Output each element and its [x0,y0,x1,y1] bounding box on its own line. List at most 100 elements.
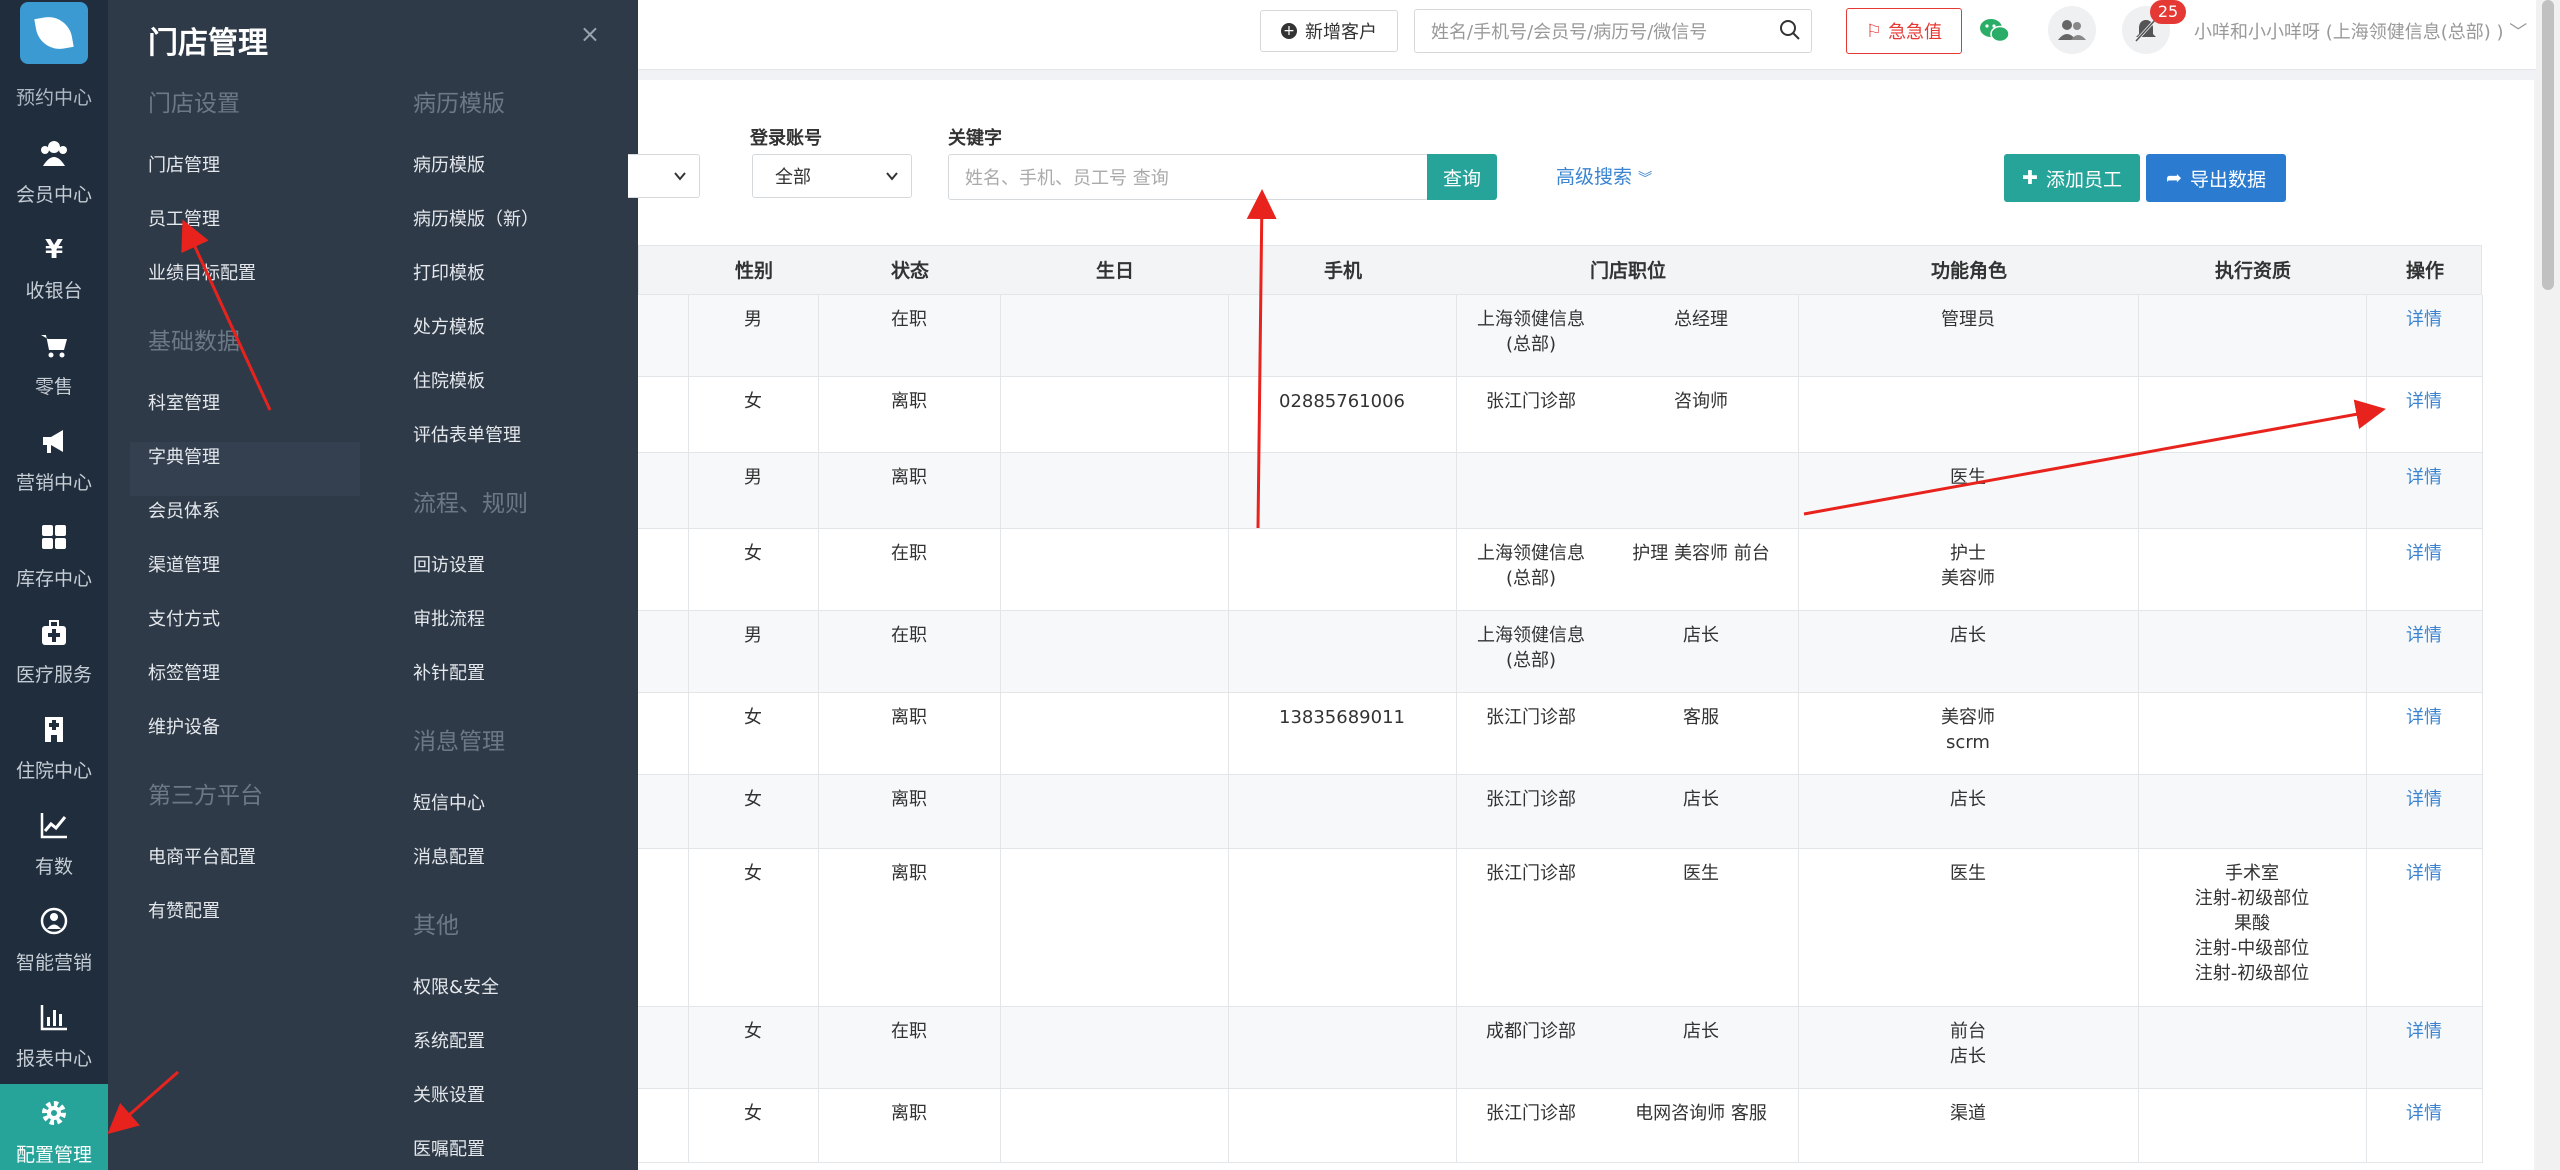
add-staff-label: 添加员工 [2045,168,2122,191]
smart-icon [39,906,69,936]
column-divider [2482,453,2483,529]
menu-item[interactable]: 门店管理 [148,150,360,204]
column-divider [2482,611,2483,693]
menu-item[interactable]: 科室管理 [148,388,360,442]
menu-item[interactable]: 电商平台配置 [148,842,360,896]
wechat-icon[interactable] [1978,14,2012,48]
status-cell: 离职 [891,467,927,488]
sidebar-item-label: 配置管理 [15,1144,92,1166]
menu-item[interactable]: 住院模板 [413,366,539,420]
menu-item[interactable]: 系统配置 [413,1026,539,1080]
partial-select[interactable] [628,154,700,198]
advanced-search-toggle[interactable]: 高级搜索 ︾ [1556,162,1652,189]
sidebar-item-members[interactable]: 会员中心 [0,124,108,220]
team-button[interactable] [2048,6,2096,54]
sidebar-item-line-chart[interactable]: 有数 [0,796,108,892]
sidebar-item-gear[interactable]: 配置管理 [0,1084,108,1170]
gender-cell: 男 [744,309,762,330]
store-cell: 张江门诊部 [1486,863,1576,884]
detail-link[interactable]: 详情 [2366,307,2482,332]
role-cell: 美容师 scrm [1941,707,1995,753]
close-icon[interactable]: × [580,20,600,48]
menu-item[interactable]: 关账设置 [413,1080,539,1134]
flag-icon: ⚐ [1865,20,1883,42]
vertical-scrollbar[interactable] [2536,0,2560,1170]
gender-cell: 女 [744,543,762,564]
table-row: 女 在职 上海领健信息 (总部) 护理 美容师 前台 护士 美容师 详情 [638,529,2483,611]
column-header: 操作 [2405,260,2444,282]
role-cell: 店长 [1950,789,1986,810]
menu-item[interactable]: 员工管理 [148,204,360,258]
menu-item[interactable]: 病历模版（新） [413,204,539,258]
column-divider [2482,775,2483,849]
detail-link[interactable]: 详情 [2366,861,2482,886]
gender-cell: 女 [744,391,762,412]
keyword-input[interactable]: 姓名、手机、员工号 查询 [948,154,1428,200]
menu-item[interactable]: 有赞配置 [148,896,360,950]
menu-item[interactable]: 医嘱配置 [413,1134,539,1170]
detail-link[interactable]: 详情 [2366,1019,2482,1044]
position-cell: 医生 [1683,863,1719,884]
user-menu[interactable]: 小咩和小小咩呀 (上海领健信息(总部) ) ﹀ [2194,18,2527,44]
menu-item[interactable]: 病历模版 [413,150,539,204]
sidebar-item-hospital[interactable]: 住院中心 [0,700,108,796]
menu-item[interactable]: 权限&安全 [413,972,539,1026]
detail-link[interactable]: 详情 [2366,787,2482,812]
new-customer-button[interactable]: + 新增客户 [1260,10,1398,52]
menu-item[interactable]: 回访设置 [413,550,539,604]
export-button[interactable]: ➦ 导出数据 [2146,154,2286,202]
menu-item[interactable]: 维护设备 [148,712,360,766]
sidebar-item-yen[interactable]: ¥ 收银台 [0,220,108,316]
menu-item[interactable]: 打印模板 [413,258,539,312]
sidebar-item-smart[interactable]: 智能营销 [0,892,108,988]
app-logo[interactable] [20,2,88,64]
role-cell: 护士 美容师 [1941,543,1995,589]
sidebar-item-cart[interactable]: 零售 [0,316,108,412]
column-divider [2138,693,2139,775]
status-cell: 在职 [891,309,927,330]
column-divider [1228,849,1229,1007]
menu-item[interactable]: 渠道管理 [148,550,360,604]
add-staff-button[interactable]: ✚ 添加员工 [2004,154,2140,202]
menu-item[interactable]: 业绩目标配置 [148,258,360,312]
menu-item[interactable]: 审批流程 [413,604,539,658]
menu-item[interactable]: 会员体系 [148,496,360,550]
menu-item[interactable]: 标签管理 [148,658,360,712]
detail-link[interactable]: 详情 [2366,389,2482,414]
column-divider [1000,611,1001,693]
menu-section-title: 流程、规则 [413,491,528,517]
detail-link[interactable]: 详情 [2366,1101,2482,1126]
menu-item[interactable]: 处方模板 [413,312,539,366]
login-account-select[interactable]: 全部 [752,154,912,198]
menu-item[interactable]: 评估表单管理 [413,420,539,474]
sidebar-item-bar-chart[interactable]: 报表中心 [0,988,108,1084]
query-button[interactable]: 查询 [1427,154,1497,200]
svg-text:¥: ¥ [45,235,63,264]
column-divider [1228,611,1229,693]
sidebar-item-label: 医疗服务 [15,664,92,686]
sidebar-item-label: 收银台 [25,280,83,302]
sidebar-item-grid[interactable]: 库存中心 [0,508,108,604]
menu-item[interactable]: 支付方式 [148,604,360,658]
detail-link[interactable]: 详情 [2366,541,2482,566]
detail-link[interactable]: 详情 [2366,465,2482,490]
sidebar-item-appointments-partial[interactable]: 预约中心 [0,88,108,108]
global-search-input[interactable]: 姓名/手机号/会员号/病历号/微信号 [1414,9,1812,53]
column-header: 功能角色 [1930,260,2007,282]
position-cell: 店长 [1683,625,1719,646]
critical-value-button[interactable]: ⚐ 急急值 [1846,8,1962,54]
search-icon[interactable] [1778,18,1802,42]
menu-item[interactable]: 补针配置 [413,658,539,712]
detail-link[interactable]: 详情 [2366,705,2482,730]
scrollbar-thumb[interactable] [2542,0,2554,290]
sidebar-item-megaphone[interactable]: 营销中心 [0,412,108,508]
status-cell: 在职 [891,1021,927,1042]
menu-item[interactable]: 短信中心 [413,788,539,842]
column-divider [1000,849,1001,1007]
menu-item[interactable]: 字典管理 [130,442,360,496]
sidebar-item-medkit[interactable]: 医疗服务 [0,604,108,700]
login-account-value: 全部 [775,167,811,188]
menu-item[interactable]: 消息配置 [413,842,539,896]
column-divider [2482,377,2483,453]
detail-link[interactable]: 详情 [2366,623,2482,648]
